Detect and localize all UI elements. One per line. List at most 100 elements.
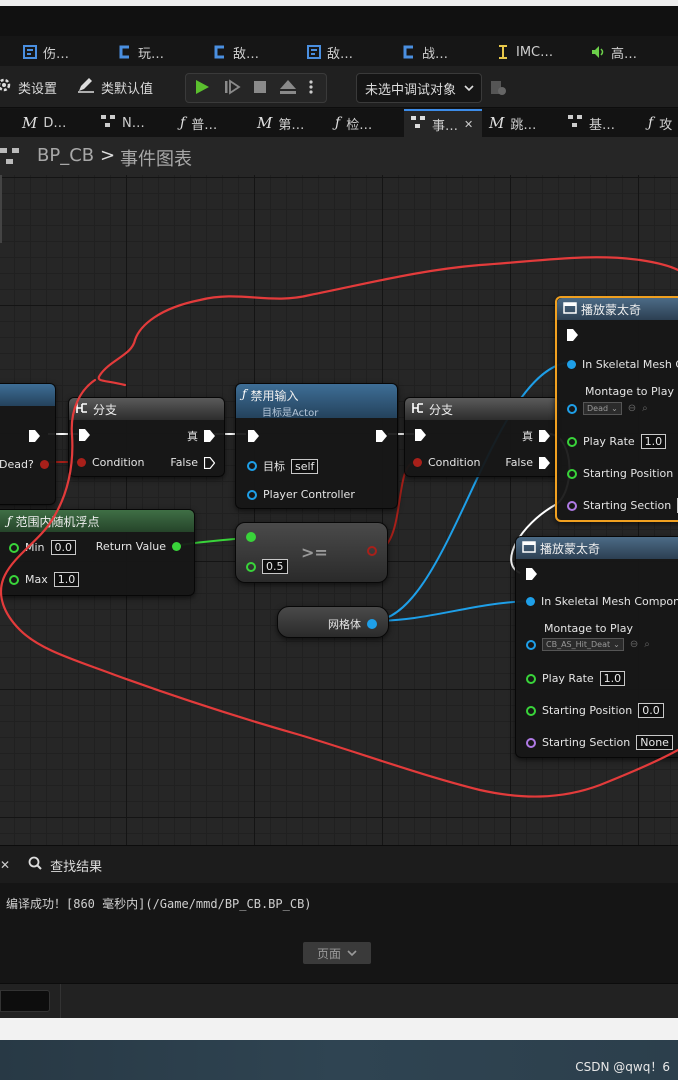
false-pin[interactable]: False bbox=[170, 456, 215, 469]
compiler-log: 编译成功！[860 毫秒内](/Game/mmd/BP_CB.BP_CB) 页面 bbox=[0, 883, 678, 983]
play-montage-node-2[interactable]: 播放蒙太奇 In Skeletal Mesh Compone Montage t… bbox=[515, 536, 678, 758]
class-defaults-button[interactable]: 类默认值 bbox=[77, 74, 153, 100]
disable-input-node[interactable]: ƒ 禁用输入 目标是Actor 目标 self Player Controlle… bbox=[235, 383, 398, 509]
graph-icon bbox=[410, 115, 426, 133]
play-montage-node-1[interactable]: 播放蒙太奇 In Skeletal Mesh C Montage to Play… bbox=[555, 296, 678, 522]
exec-in-pin[interactable] bbox=[415, 429, 426, 441]
partial-node-left[interactable]: Dead? bbox=[0, 383, 56, 505]
play-button[interactable] bbox=[191, 78, 213, 100]
doc-tab-1[interactable]: M D… bbox=[22, 109, 66, 137]
branch-node-1[interactable]: 分支 真 Condition False bbox=[68, 397, 225, 477]
exec-in-pin[interactable] bbox=[79, 429, 90, 441]
asset-tab-4[interactable]: 敌… bbox=[306, 41, 353, 63]
dead-pin[interactable]: Dead? bbox=[0, 458, 49, 471]
starting-section-pin[interactable]: Starting Section bbox=[567, 498, 678, 513]
starting-section-pin[interactable]: Starting Section None bbox=[526, 735, 673, 750]
step-button[interactable] bbox=[221, 78, 243, 100]
asset-tab-label: 高… bbox=[611, 46, 638, 62]
doc-tab-7[interactable]: M 跳… bbox=[489, 109, 536, 137]
play-rate-pin[interactable]: Play Rate 1.0 bbox=[567, 434, 667, 449]
asset-tab-6[interactable]: IMC… bbox=[495, 41, 553, 63]
exec-in-pin[interactable] bbox=[567, 329, 578, 341]
stop-button[interactable] bbox=[249, 78, 271, 100]
starting-position-value[interactable]: 0.0 bbox=[638, 703, 664, 718]
b-value[interactable]: 0.5 bbox=[262, 559, 288, 574]
max-value[interactable]: 1.0 bbox=[53, 572, 80, 587]
doc-tab-event-graph[interactable]: 事… ✕ bbox=[404, 109, 482, 137]
console-input[interactable] bbox=[0, 990, 50, 1012]
watermark: CSDN @qwq！6 bbox=[575, 1060, 670, 1074]
branch-icon bbox=[411, 402, 425, 417]
doc-tab-2[interactable]: N… bbox=[100, 109, 145, 137]
starting-position-pin[interactable]: Starting Position bbox=[567, 466, 678, 481]
asset-tab-3[interactable]: 敌… bbox=[212, 41, 259, 63]
search-icon[interactable]: ⌕ bbox=[644, 639, 650, 650]
a-pin[interactable] bbox=[246, 532, 256, 542]
exec-in-pin[interactable] bbox=[248, 430, 259, 442]
condition-pin[interactable]: Condition bbox=[77, 456, 145, 469]
montage-to-play-pin[interactable]: Dead ⌄ ⊖ ⌕ bbox=[567, 402, 648, 415]
find-results-tab[interactable]: ✕ 查找结果 bbox=[0, 846, 160, 884]
search-icon[interactable]: ⌕ bbox=[642, 403, 648, 414]
target-default-value[interactable]: self bbox=[291, 458, 319, 474]
class-settings-button[interactable]: 类设置 bbox=[0, 74, 57, 100]
min-pin[interactable]: Min 0.0 bbox=[9, 540, 77, 555]
asset-tab-5[interactable]: 战… bbox=[401, 41, 448, 63]
breadcrumb-graph[interactable]: 事件图表 bbox=[120, 145, 192, 171]
montage-to-play-pin[interactable]: CB_AS_Hit_Deat ⌄ ⊖ ⌕ bbox=[526, 638, 650, 651]
asset-tab-1[interactable]: 伤… bbox=[22, 41, 69, 63]
doc-tab-8[interactable]: 基… bbox=[567, 109, 615, 137]
in-skeletal-mesh-pin[interactable]: In Skeletal Mesh Compone bbox=[526, 595, 678, 608]
random-float-node[interactable]: ƒ 范围内随机浮点 Min 0.0 Return Value Max 1.0 bbox=[0, 509, 195, 596]
doc-tab-label: 跳… bbox=[510, 117, 537, 133]
b-pin[interactable]: 0.5 bbox=[246, 559, 288, 574]
in-skeletal-mesh-pin[interactable]: In Skeletal Mesh C bbox=[567, 358, 678, 371]
eject-button[interactable] bbox=[277, 78, 299, 100]
sound-icon bbox=[590, 44, 606, 60]
false-pin[interactable]: False bbox=[505, 456, 550, 469]
starting-section-value[interactable]: None bbox=[636, 735, 673, 750]
target-pin[interactable]: 目标 self bbox=[247, 458, 319, 474]
max-pin[interactable]: Max 1.0 bbox=[9, 572, 80, 587]
debug-object-select[interactable]: 未选中调试对象 bbox=[356, 73, 482, 103]
selected-value: Dead bbox=[587, 404, 609, 413]
true-pin[interactable]: 真 bbox=[522, 428, 550, 444]
asset-tab-7[interactable]: 高… bbox=[590, 41, 637, 63]
starting-position-pin[interactable]: Starting Position 0.0 bbox=[526, 703, 664, 718]
return-value-pin[interactable]: Return Value bbox=[96, 540, 181, 553]
variable-name: 网格体 bbox=[328, 618, 361, 631]
breadcrumb-blueprint[interactable]: BP_CB bbox=[37, 145, 94, 166]
graph-canvas[interactable]: Dead? 分支 真 Condition False ƒ 禁用输入 目标是Act… bbox=[0, 175, 678, 845]
page-dropdown-button[interactable]: 页面 bbox=[303, 942, 371, 964]
montage-select[interactable]: CB_AS_Hit_Deat ⌄ bbox=[542, 638, 624, 651]
doc-tab-3[interactable]: ƒ 普… bbox=[180, 109, 217, 137]
greater-equal-node[interactable]: 0.5 >= bbox=[235, 522, 388, 583]
browse-icon[interactable]: ⊖ bbox=[628, 403, 636, 414]
debug-filter-button[interactable] bbox=[488, 78, 508, 98]
mesh-variable-node[interactable]: 网格体 bbox=[277, 606, 389, 638]
branch-node-2[interactable]: 分支 真 Condition False bbox=[404, 397, 560, 477]
play-rate-value[interactable]: 1.0 bbox=[599, 671, 626, 686]
doc-tab-9[interactable]: ƒ 攻 bbox=[648, 109, 672, 137]
montage-select[interactable]: Dead ⌄ bbox=[583, 402, 622, 415]
browse-icon[interactable]: ⊖ bbox=[630, 639, 638, 650]
mesh-output-pin[interactable]: 网格体 bbox=[328, 616, 377, 632]
doc-tab-5[interactable]: ƒ 检… bbox=[335, 109, 372, 137]
play-options-button[interactable] bbox=[305, 78, 317, 100]
play-rate-value[interactable]: 1.0 bbox=[640, 434, 667, 449]
condition-pin[interactable]: Condition bbox=[413, 456, 481, 469]
exec-out-pin[interactable] bbox=[376, 430, 387, 442]
result-pin[interactable] bbox=[367, 546, 377, 556]
doc-tab-4[interactable]: M 第… bbox=[257, 109, 304, 137]
close-icon[interactable]: ✕ bbox=[0, 858, 10, 872]
play-rate-pin[interactable]: Play Rate 1.0 bbox=[526, 671, 626, 686]
min-value[interactable]: 0.0 bbox=[50, 540, 77, 555]
doc-tab-label: D… bbox=[43, 115, 67, 131]
asset-tab-2[interactable]: 玩… bbox=[117, 41, 164, 63]
blueprint-class-icon bbox=[212, 44, 228, 60]
exec-out-pin[interactable] bbox=[29, 430, 40, 442]
close-icon[interactable]: ✕ bbox=[464, 118, 473, 131]
true-pin[interactable]: 真 bbox=[187, 428, 215, 444]
player-controller-pin[interactable]: Player Controller bbox=[247, 488, 355, 501]
exec-in-pin[interactable] bbox=[526, 568, 537, 580]
